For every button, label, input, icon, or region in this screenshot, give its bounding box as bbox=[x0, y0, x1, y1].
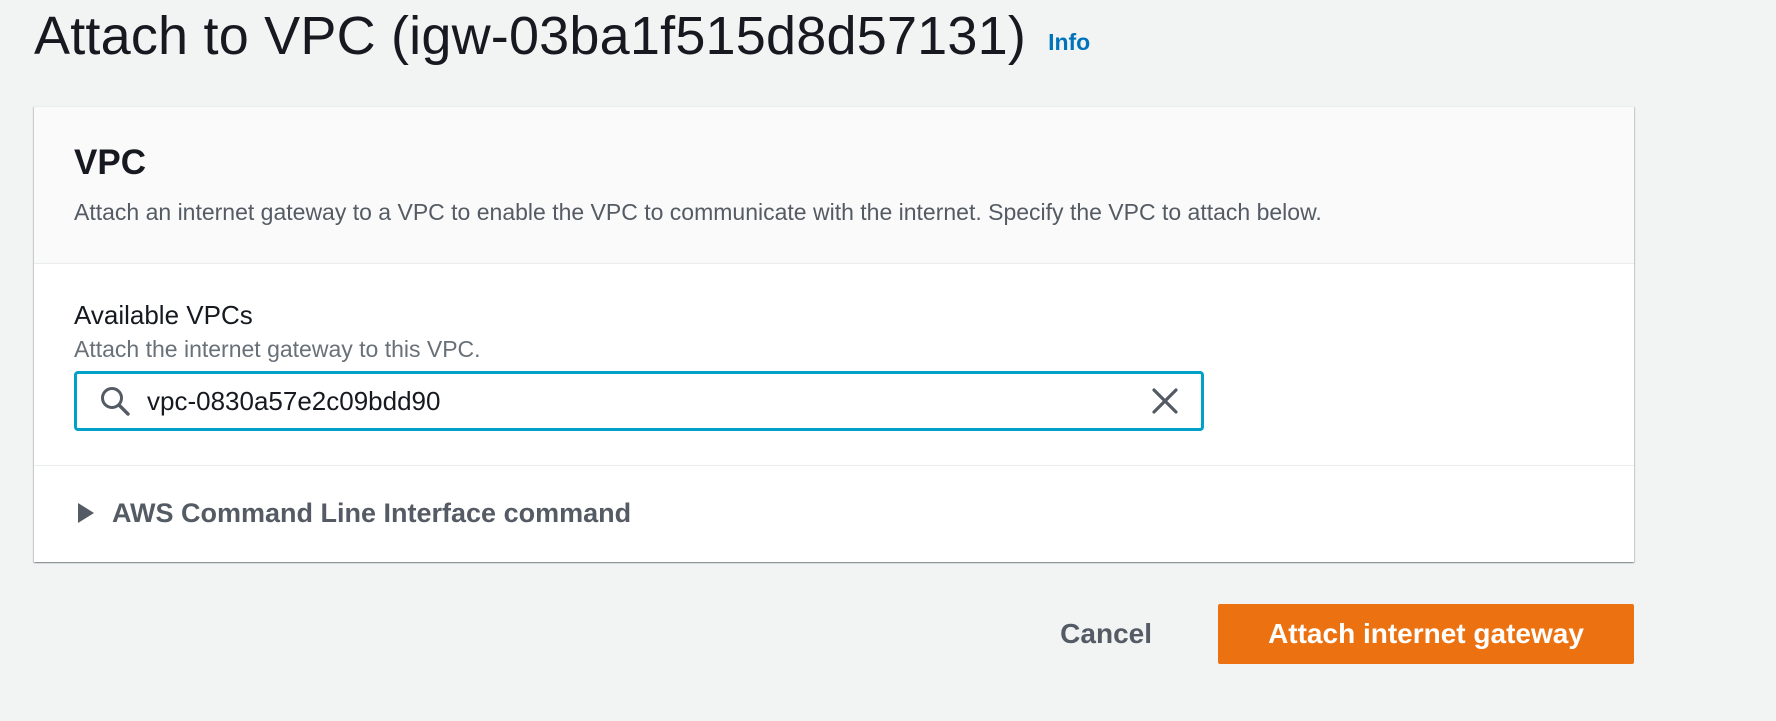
panel-body: Available VPCs Attach the internet gatew… bbox=[34, 264, 1634, 466]
available-vpcs-description: Attach the internet gateway to this VPC. bbox=[74, 336, 481, 362]
attach-internet-gateway-button[interactable]: Attach internet gateway bbox=[1218, 604, 1634, 664]
close-icon[interactable] bbox=[1145, 381, 1185, 421]
form-actions: Cancel Attach internet gateway bbox=[1030, 604, 1634, 664]
cli-command-expander[interactable]: AWS Command Line Interface command bbox=[34, 466, 1634, 562]
panel-header: VPC Attach an internet gateway to a VPC … bbox=[34, 107, 1634, 264]
page-title: Attach to VPC (igw-03ba1f515d8d57131) bbox=[34, 6, 1027, 66]
cli-command-label: AWS Command Line Interface command bbox=[112, 498, 632, 528]
page-header: Attach to VPC (igw-03ba1f515d8d57131) In… bbox=[34, 0, 1090, 72]
search-icon bbox=[97, 383, 133, 419]
available-vpcs-label: Available VPCs bbox=[74, 300, 253, 330]
panel-description: Attach an internet gateway to a VPC to e… bbox=[74, 199, 1322, 225]
vpc-search-input[interactable] bbox=[147, 381, 1145, 421]
cancel-button[interactable]: Cancel bbox=[1030, 604, 1182, 664]
vpc-panel: VPC Attach an internet gateway to a VPC … bbox=[34, 106, 1634, 562]
vpc-search-box[interactable] bbox=[74, 371, 1204, 431]
info-link[interactable]: Info bbox=[1048, 29, 1090, 56]
caret-right-icon bbox=[76, 502, 96, 524]
panel-title: VPC bbox=[74, 143, 146, 182]
